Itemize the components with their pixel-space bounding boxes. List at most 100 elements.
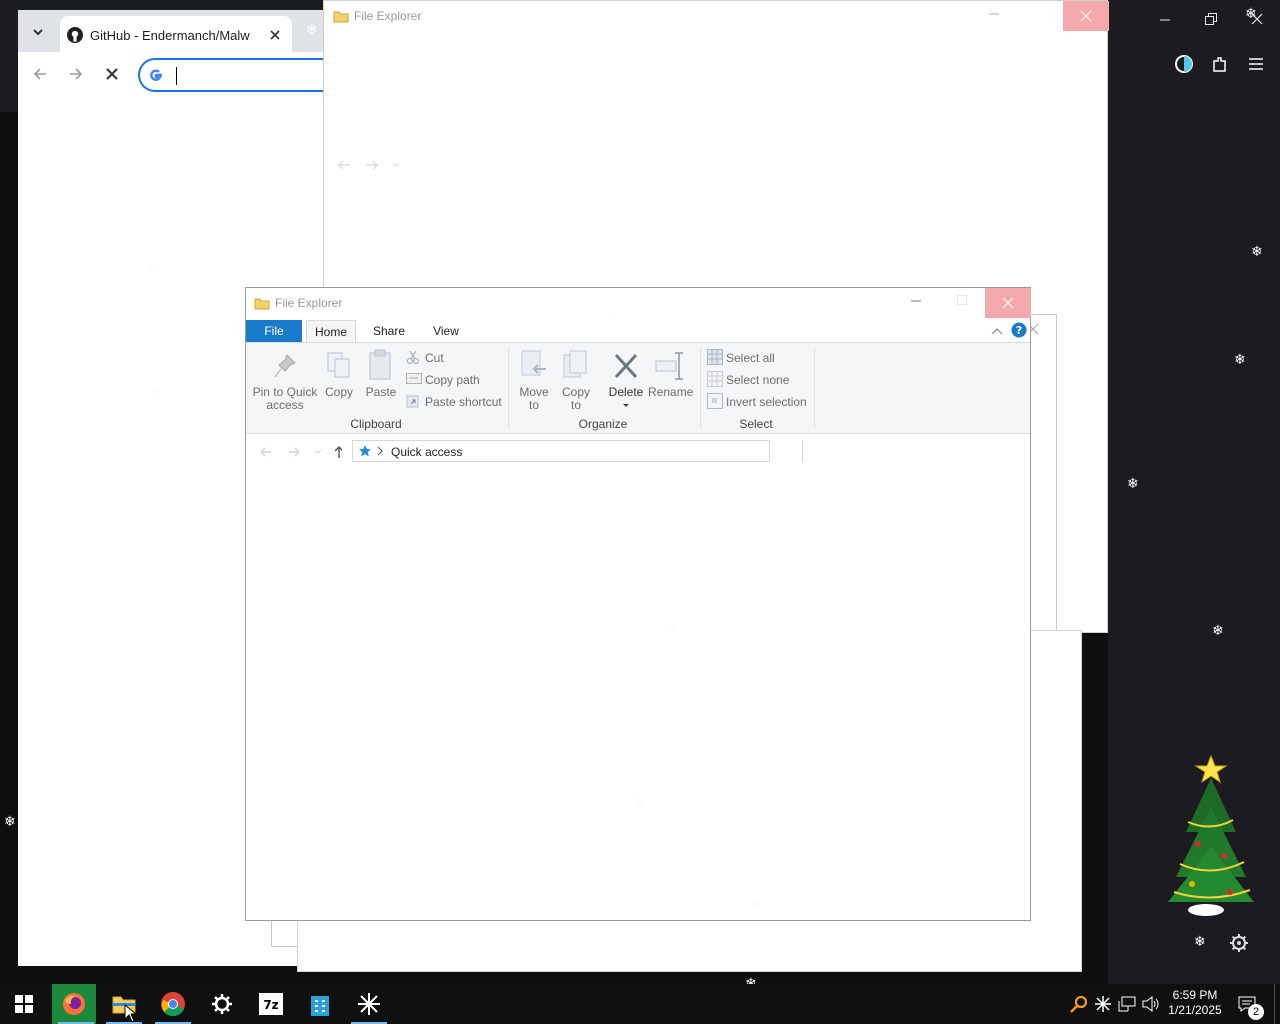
snowflake-icon: ❄ [1245,6,1257,22]
snowflake-icon: ❄ [1212,623,1224,639]
caret-down-icon [623,404,629,407]
clipboard-icon [369,349,391,380]
select-none-icon [707,371,723,387]
copy-button[interactable]: Copy [322,349,356,401]
tab-title: GitHub - Endermanch/Malware [90,28,250,43]
invert-selection-button[interactable]: Invert selection [706,392,816,410]
paste-label: Paste [365,385,397,399]
chevron-up-icon[interactable] [991,326,1003,336]
taskbar-file-explorer[interactable] [100,984,148,1024]
action-center-button[interactable]: 2 [1236,992,1264,1020]
forward-button[interactable] [66,64,86,84]
firefox-minimize-button[interactable] [1150,12,1180,28]
start-button[interactable] [0,984,48,1024]
rename-button[interactable]: Rename [648,349,693,401]
copy-label: Copy [324,385,353,399]
taskbar-app-building[interactable] [296,984,344,1024]
move-to-icon [521,350,546,376]
tab-file[interactable]: File [246,320,302,342]
snowflake-icon: ❄ [668,622,679,636]
taskbar-clock[interactable]: 6:59 PM 1/21/2025 [1163,988,1227,1018]
taskbar-app-snowflake[interactable] [345,984,393,1024]
select-all-icon [707,349,723,365]
close-icon[interactable] [268,28,282,42]
close-icon [1002,297,1014,309]
nav-arrows-icon [338,160,400,170]
select-none-label: Select none [726,373,790,387]
select-all-button[interactable]: Select all [706,348,806,366]
svg-text:7z: 7z [263,998,278,1012]
taskbar: 7z 6:59 PM 1/21/2025 2 [0,984,1280,1024]
taskbar-firefox[interactable] [52,984,96,1024]
firefox-restore-button[interactable] [1196,12,1226,30]
gear-icon [212,994,232,1014]
taskbar-settings[interactable] [198,984,246,1024]
delete-button[interactable]: Delete [604,349,648,411]
clipboard-group-label: Clipboard [350,417,402,431]
stop-loading-button[interactable] [102,64,122,84]
volume-icon[interactable] [1142,996,1160,1012]
paste-shortcut-icon [406,395,419,408]
up-button[interactable] [330,442,348,462]
search-box-divider [802,440,803,462]
google-g-icon [150,69,162,81]
omnibox-input[interactable] [138,58,338,92]
invert-selection-label: Invert selection [726,395,807,409]
snowflake-icon: ❄ [1127,476,1139,492]
invert-selection-icon [707,393,723,409]
organize-group-label: Organize [578,417,628,431]
network-icon[interactable] [1118,996,1136,1012]
snowflake-icon: ❄ [608,310,619,324]
copy-path-label: Copy path [425,373,480,387]
asterisk-tray-icon[interactable] [1095,996,1111,1012]
chrome-tab-github[interactable]: GitHub - Endermanch/Malware [60,16,292,52]
firefox-vpn-icon[interactable] [1174,54,1194,74]
show-desktop-button[interactable] [1274,984,1280,1024]
cut-button[interactable]: Cut [406,348,496,366]
select-group-label: Select [739,417,773,431]
tab-share[interactable]: Share [364,320,414,342]
help-icon[interactable]: ? [1011,322,1027,338]
maximize-button[interactable] [952,294,972,309]
tab-search-button[interactable] [28,22,48,42]
snowflake-icon: ❄ [150,384,161,398]
minimize-button[interactable] [906,294,926,309]
firefox-icon [63,993,85,1015]
select-all-label: Select all [726,351,775,365]
search-icon[interactable] [1070,995,1088,1013]
clock-time: 6:59 PM [1172,988,1218,1002]
copy-path-icon [406,373,422,384]
firefox-menu-button[interactable] [1246,54,1266,74]
move-to-button[interactable]: Move to [514,349,554,412]
chevron-right-icon [377,446,383,456]
quick-access-star-icon [359,445,371,457]
mouse-cursor-icon [124,1004,138,1023]
address-bar[interactable]: Quick access [352,440,770,462]
pin-to-quick-access-button[interactable]: Pin to Quick access [250,349,320,412]
settings-gear-button[interactable] [1228,932,1250,954]
close-icon [1080,10,1092,22]
restore-icon [1205,13,1217,25]
minimize-button[interactable] [984,7,1004,22]
select-none-button[interactable]: Select none [706,370,806,388]
7zip-icon: 7z [259,993,283,1015]
firefox-extensions-button[interactable] [1210,54,1230,74]
pin-icon [274,354,296,378]
copy-path-button[interactable]: Copy path [406,370,496,388]
address-location: Quick access [391,445,463,459]
back-button[interactable] [30,64,50,84]
tab-view[interactable]: View [421,320,471,342]
chrome-icon [161,992,185,1017]
snowflake-icon: ❄ [1234,352,1246,368]
group-separator [700,347,701,429]
taskbar-chrome[interactable] [149,984,197,1024]
snowflake-icon: ❄ [4,814,16,830]
copy-to-button[interactable]: Copy to [556,349,596,412]
close-button[interactable] [1063,1,1109,31]
paste-shortcut-button[interactable]: Paste shortcut [406,392,502,410]
tab-home[interactable]: Home [306,320,356,343]
taskbar-7zip[interactable]: 7z [247,984,295,1024]
paste-button[interactable]: Paste [362,349,400,401]
close-button[interactable] [985,288,1031,318]
scissors-icon [407,350,419,364]
